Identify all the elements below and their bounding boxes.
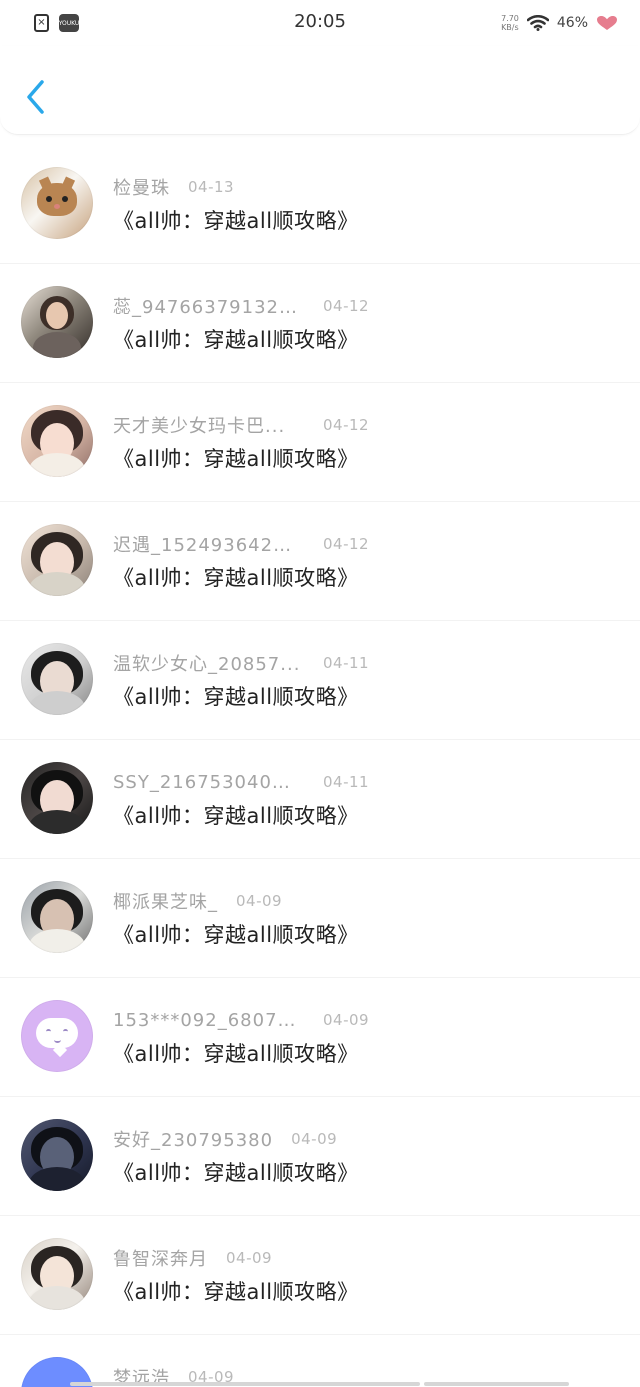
reader-name: 蕊_9476637913289... — [113, 297, 301, 318]
avatar[interactable] — [21, 524, 93, 596]
list-item[interactable]: 梦远浩 04-09 — [0, 1335, 640, 1387]
avatar[interactable] — [21, 167, 93, 239]
list-item[interactable]: 鲁智深奔月 04-09 《all帅：穿越all顺攻略》 — [0, 1216, 640, 1335]
list-item[interactable]: SSY_216753040812... 04-11 《all帅：穿越all顺攻略… — [0, 740, 640, 859]
reader-meta: 153***092_6807795... 04-09 — [113, 1008, 620, 1032]
reader-meta: 迟遇_15249364245... 04-12 — [113, 532, 620, 556]
list-item[interactable]: 检曼珠 04-13 《all帅：穿越all顺攻略》 — [0, 145, 640, 264]
book-title: 《all帅：穿越all顺攻略》 — [113, 923, 359, 947]
wifi-icon — [526, 15, 549, 31]
reader-name: 安好_230795380 — [113, 1130, 274, 1151]
list-item[interactable]: 温软少女心_20857... 04-11 《all帅：穿越all顺攻略》 — [0, 621, 640, 740]
reader-date: 04-13 — [188, 178, 235, 196]
scrollbar[interactable] — [424, 1382, 569, 1386]
avatar[interactable] — [21, 405, 93, 477]
reader-date: 04-11 — [323, 773, 370, 791]
list-item[interactable]: 153***092_6807795... 04-09 《all帅：穿越all顺攻… — [0, 978, 640, 1097]
reader-meta: 温软少女心_20857... 04-11 — [113, 651, 620, 675]
chat-bubble-icon — [36, 1018, 78, 1048]
list-item[interactable]: 安好_230795380 04-09 《all帅：穿越all顺攻略》 — [0, 1097, 640, 1216]
reader-date: 04-09 — [236, 892, 283, 910]
list-item[interactable]: 迟遇_15249364245... 04-12 《all帅：穿越all顺攻略》 — [0, 502, 640, 621]
avatar[interactable] — [21, 881, 93, 953]
top-navigation-bar — [0, 46, 640, 135]
list-item[interactable]: 蕊_9476637913289... 04-12 《all帅：穿越all顺攻略》 — [0, 264, 640, 383]
reader-meta: 椰派果芝味_ 04-09 — [113, 889, 620, 913]
reader-date: 04-09 — [226, 1249, 273, 1267]
avatar[interactable] — [21, 1238, 93, 1310]
book-title: 《all帅：穿越all顺攻略》 — [113, 685, 359, 709]
book-title: 《all帅：穿越all顺攻略》 — [113, 804, 359, 828]
reader-meta: 检曼珠 04-13 — [113, 175, 620, 199]
book-title: 《all帅：穿越all顺攻略》 — [113, 566, 359, 590]
book-title: 《all帅：穿越all顺攻略》 — [113, 447, 359, 471]
chevron-left-icon — [27, 80, 44, 114]
reader-meta: 鲁智深奔月 04-09 — [113, 1246, 620, 1270]
reader-list: 检曼珠 04-13 《all帅：穿越all顺攻略》 蕊_947663791328… — [0, 145, 640, 1387]
book-title: 《all帅：穿越all顺攻略》 — [113, 328, 359, 352]
book-title: 《all帅：穿越all顺攻略》 — [113, 209, 359, 233]
reader-date: 04-11 — [323, 654, 370, 672]
back-button[interactable] — [22, 78, 48, 116]
avatar[interactable] — [21, 1000, 93, 1072]
app-screen: × YOUKU 20:05 7.70 KB/s 46% 检曼珠 04-13 《a… — [0, 0, 640, 1387]
avatar[interactable] — [21, 1119, 93, 1191]
reader-name: 天才美少女玛卡巴... — [113, 416, 286, 437]
reader-name: SSY_216753040812... — [113, 771, 301, 793]
status-bar: × YOUKU 20:05 7.70 KB/s 46% — [0, 0, 640, 46]
book-title: 《all帅：穿越all顺攻略》 — [113, 1280, 359, 1304]
reader-date: 04-12 — [323, 416, 370, 434]
reader-date: 04-09 — [323, 1011, 370, 1029]
reader-name: 迟遇_15249364245... — [113, 535, 301, 556]
reader-date: 04-12 — [323, 535, 370, 553]
reader-meta: SSY_216753040812... 04-11 — [113, 770, 620, 794]
book-title: 《all帅：穿越all顺攻略》 — [113, 1042, 359, 1066]
reader-name: 温软少女心_20857... — [113, 654, 301, 675]
list-item[interactable]: 天才美少女玛卡巴... 04-12 《all帅：穿越all顺攻略》 — [0, 383, 640, 502]
reader-date: 04-12 — [323, 297, 370, 315]
avatar[interactable] — [21, 643, 93, 715]
list-item[interactable]: 椰派果芝味_ 04-09 《all帅：穿越all顺攻略》 — [0, 859, 640, 978]
avatar[interactable] — [21, 286, 93, 358]
avatar[interactable] — [21, 762, 93, 834]
reader-name: 鲁智深奔月 — [113, 1249, 208, 1270]
reader-name: 153***092_6807795... — [113, 1009, 301, 1031]
reader-meta: 天才美少女玛卡巴... 04-12 — [113, 413, 620, 437]
reader-date: 04-09 — [291, 1130, 338, 1148]
reader-name: 椰派果芝味_ — [113, 892, 218, 913]
scrollbar[interactable] — [70, 1382, 420, 1386]
book-title: 《all帅：穿越all顺攻略》 — [113, 1161, 359, 1185]
reader-name: 检曼珠 — [113, 178, 170, 199]
reader-meta: 蕊_9476637913289... 04-12 — [113, 294, 620, 318]
reader-meta: 安好_230795380 04-09 — [113, 1127, 620, 1151]
